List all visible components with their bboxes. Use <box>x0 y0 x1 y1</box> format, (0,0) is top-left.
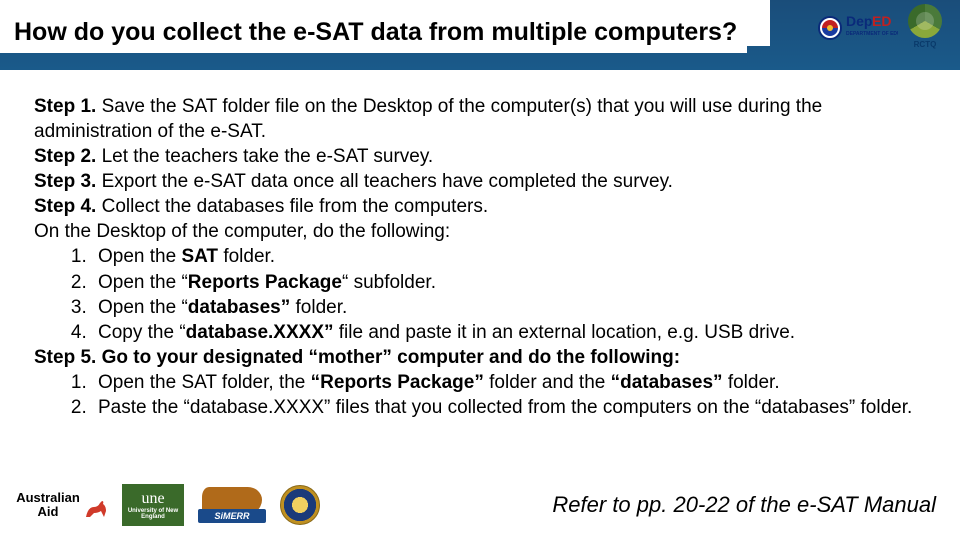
list-item: Open the SAT folder, the “Reports Packag… <box>92 370 932 395</box>
list-item: Copy the “database.XXXX” file and paste … <box>92 320 932 345</box>
step-1: Step 1. Save the SAT folder file on the … <box>34 94 932 144</box>
step-3: Step 3. Export the e-SAT data once all t… <box>34 169 932 194</box>
svg-text:DEPARTMENT OF EDUCATION: DEPARTMENT OF EDUCATION <box>846 31 898 37</box>
list-item: Open the “Reports Package“ subfolder. <box>92 270 932 295</box>
simerr-logo: SiMERR <box>194 485 270 525</box>
svg-text:ED: ED <box>872 13 891 29</box>
pnu-seal-logo <box>280 485 320 525</box>
rctq-label: RCTQ <box>914 40 937 49</box>
step-5: Step 5. Go to your designated “mother” c… <box>34 345 932 370</box>
footer-reference: Refer to pp. 20-22 of the e-SAT Manual <box>552 492 944 518</box>
svg-text:Dep: Dep <box>846 13 872 29</box>
page-title: How do you collect the e-SAT data from m… <box>0 12 747 53</box>
step-4-sub-intro: On the Desktop of the computer, do the f… <box>34 219 932 244</box>
rctq-logo: RCTQ <box>904 4 946 54</box>
list-item: Open the “databases” folder. <box>92 295 932 320</box>
une-logo: une University of New England <box>122 484 184 526</box>
list-item: Open the SAT folder. <box>92 244 932 269</box>
step-4: Step 4. Collect the databases file from … <box>34 194 932 219</box>
step-2: Step 2. Let the teachers take the e-SAT … <box>34 144 932 169</box>
footer-logo-group: Australian Aid une University of New Eng… <box>16 484 320 526</box>
deped-logo: Dep ED DEPARTMENT OF EDUCATION <box>816 8 898 50</box>
footer: Australian Aid une University of New Eng… <box>16 484 944 526</box>
header-logo-group: Dep ED DEPARTMENT OF EDUCATION RCTQ <box>816 4 946 54</box>
list-item: Paste the “database.XXXX” files that you… <box>92 395 932 420</box>
kangaroo-icon <box>84 499 112 519</box>
step-5-sublist: Open the SAT folder, the “Reports Packag… <box>34 370 932 420</box>
step-4-sublist: Open the SAT folder. Open the “Reports P… <box>34 244 932 344</box>
australian-aid-logo: Australian Aid <box>16 484 112 526</box>
content-body: Step 1. Save the SAT folder file on the … <box>0 70 960 432</box>
